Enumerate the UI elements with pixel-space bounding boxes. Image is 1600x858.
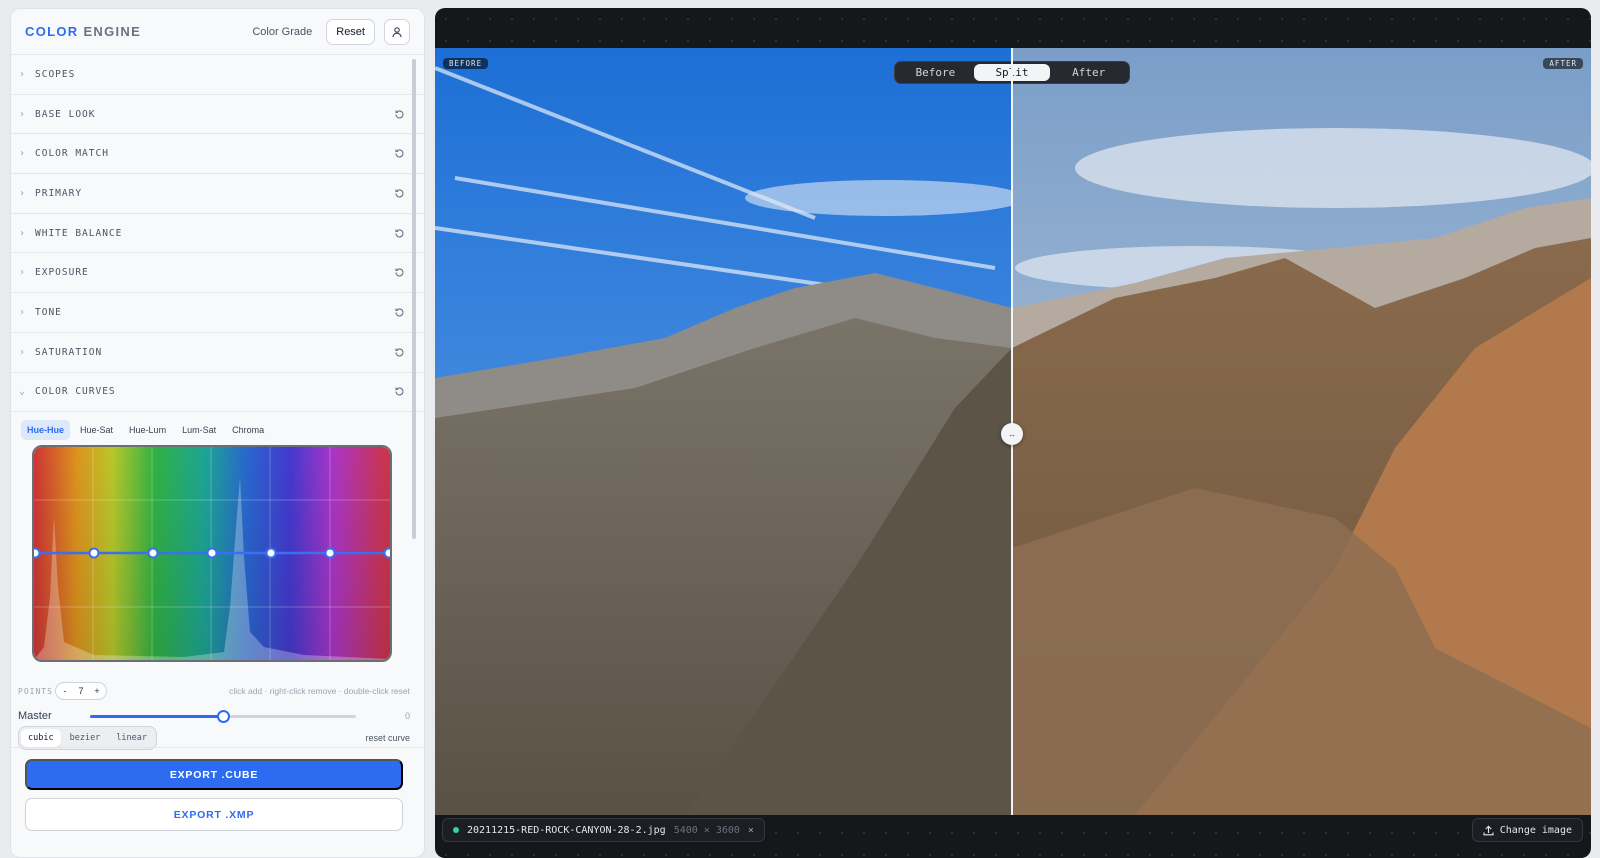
brand-logo: COLOR ENGINE (25, 24, 142, 39)
reset-button[interactable]: Reset (326, 18, 375, 45)
curve-point[interactable] (265, 547, 277, 559)
points-row: POINTS - 7 + click add · right-click rem… (18, 681, 410, 701)
curve-hint: click add · right-click remove · double-… (229, 686, 410, 696)
section-label: WHITE BALANCE (35, 227, 123, 239)
before-tag: BEFORE (443, 58, 489, 69)
chevron-right-icon: › (19, 306, 27, 318)
section-label: EXPOSURE (35, 267, 89, 279)
panel-header: COLOR ENGINE Color Grade Reset (11, 9, 424, 55)
curve-point[interactable] (206, 547, 218, 559)
section-tone[interactable]: › TONE (11, 293, 424, 333)
tab-chroma[interactable]: Chroma (226, 420, 270, 440)
file-dimensions: 5400 × 3600 (673, 824, 740, 836)
chevron-right-icon: › (19, 227, 27, 239)
section-white-balance[interactable]: › WHITE BALANCE (11, 214, 424, 254)
section-color-match[interactable]: › COLOR MATCH (11, 134, 424, 175)
curve-point[interactable] (324, 547, 336, 559)
master-label: Master (18, 710, 52, 722)
section-label: TONE (35, 306, 62, 318)
section-scopes[interactable]: › SCOPES (11, 55, 424, 95)
change-image-button[interactable]: Change image (1471, 818, 1583, 842)
section-label: PRIMARY (35, 187, 83, 199)
reset-icon[interactable] (392, 345, 406, 359)
reset-icon[interactable] (392, 186, 406, 200)
panel-scrollbar[interactable] (412, 59, 416, 539)
interpolation-row: cubic bezier linear reset curve (18, 726, 410, 750)
export-cube-button[interactable]: EXPORT .CUBE (25, 759, 403, 790)
hue-curve-graph[interactable] (34, 447, 390, 660)
reset-icon[interactable] (392, 147, 406, 161)
mode-before[interactable]: Before (897, 64, 974, 81)
tab-hue-hue[interactable]: Hue-Hue (21, 420, 71, 441)
reset-icon[interactable] (392, 107, 406, 121)
reset-curve-link[interactable]: reset curve (365, 733, 410, 743)
section-label: COLOR CURVES (35, 386, 116, 398)
mode-label: Color Grade (252, 25, 313, 38)
hue-curve-editor[interactable] (32, 445, 392, 662)
change-image-label: Change image (1499, 824, 1572, 836)
reset-icon[interactable] (392, 226, 406, 240)
master-row: Master 0 (18, 706, 410, 726)
user-icon (392, 26, 402, 37)
color-engine-panel: COLOR ENGINE Color Grade Reset › SCOPES › BA… (10, 8, 425, 858)
file-name: 20211215-RED-ROCK-CANYON-28-2.jpg (467, 824, 666, 836)
master-slider-fill (90, 714, 223, 718)
upload-icon (1483, 825, 1494, 835)
section-base-look[interactable]: › BASE LOOK (11, 95, 424, 135)
section-exposure[interactable]: › EXPOSURE (11, 253, 424, 294)
tab-hue-sat[interactable]: Hue-Sat (74, 420, 119, 440)
chevron-down-icon: ⌄ (19, 386, 27, 398)
reset-icon[interactable] (392, 305, 406, 319)
chevron-right-icon: › (19, 346, 27, 358)
section-color-curves[interactable]: ⌄ COLOR CURVES (11, 373, 424, 413)
chevron-right-icon: › (19, 267, 27, 279)
reset-icon[interactable] (392, 385, 406, 399)
points-count: 7 (78, 686, 84, 696)
file-chip: 20211215-RED-ROCK-CANYON-28-2.jpg 5400 ×… (442, 818, 765, 842)
interp-bezier[interactable]: bezier (63, 729, 108, 747)
split-handle[interactable]: ↔ (1001, 423, 1023, 445)
mode-after[interactable]: After (1050, 64, 1127, 81)
master-slider-handle[interactable] (217, 709, 230, 723)
reset-icon[interactable] (392, 266, 406, 280)
tab-lum-sat[interactable]: Lum-Sat (176, 420, 222, 440)
section-label: SCOPES (35, 68, 76, 80)
export-xmp-button[interactable]: EXPORT .XMP (25, 798, 403, 831)
points-stepper[interactable]: - 7 + (55, 682, 107, 700)
curve-point[interactable] (383, 547, 391, 559)
chevron-right-icon: › (19, 68, 27, 80)
points-label: POINTS (18, 686, 53, 696)
divider (11, 747, 424, 748)
curve-point[interactable] (34, 547, 41, 559)
interp-linear[interactable]: linear (109, 729, 154, 747)
section-saturation[interactable]: › SATURATION (11, 333, 424, 373)
master-slider[interactable] (90, 709, 356, 723)
curve-tabs: Hue-Hue Hue-Sat Hue-Lum Lum-Sat Chroma (11, 412, 424, 448)
section-label: SATURATION (35, 346, 103, 358)
status-dot (453, 827, 459, 833)
chevron-right-icon: › (19, 148, 27, 160)
section-label: COLOR MATCH (35, 148, 109, 160)
master-value: 0 (404, 711, 410, 721)
chevron-right-icon: › (19, 108, 27, 120)
user-button[interactable] (384, 18, 410, 45)
curve-point[interactable] (147, 547, 159, 559)
image-viewer: BEFORE AFTER BeforeSplitAfter ↔ 20211215… (435, 8, 1591, 858)
section-list: › SCOPES › BASE LOOK › COLOR MATCH › PRIMARY › WH… (11, 55, 424, 413)
curve-point[interactable] (88, 547, 100, 559)
after-tag: AFTER (1543, 58, 1583, 69)
section-label: BASE LOOK (35, 108, 96, 120)
section-primary[interactable]: › PRIMARY (11, 174, 424, 214)
tab-hue-lum[interactable]: Hue-Lum (123, 420, 172, 440)
chevron-right-icon: › (19, 187, 27, 199)
points-decrement-button[interactable]: - (60, 686, 70, 696)
interp-cubic[interactable]: cubic (21, 729, 61, 747)
close-file-button[interactable]: × (748, 825, 754, 836)
points-increment-button[interactable]: + (92, 686, 102, 696)
